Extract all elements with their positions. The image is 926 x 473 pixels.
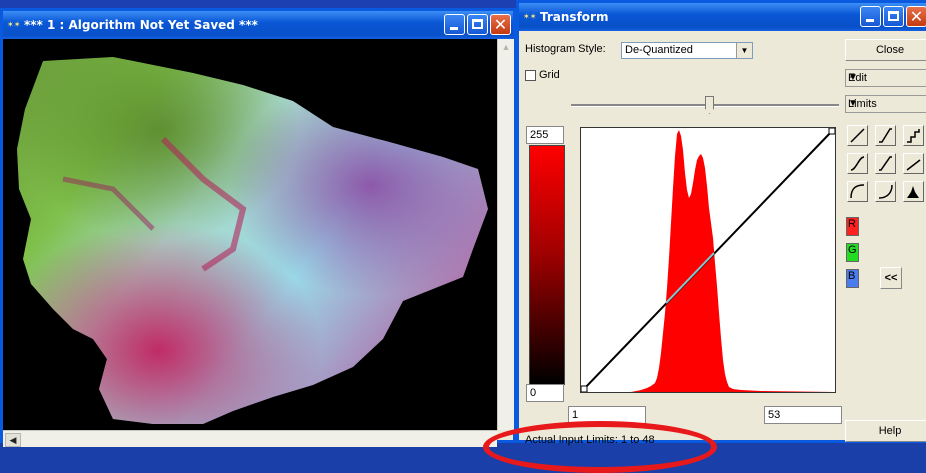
collapse-button[interactable]: <<	[880, 267, 902, 289]
output-max-field[interactable]: 255	[526, 126, 564, 144]
chevron-down-icon: ▼	[848, 98, 858, 109]
diagonal-curve-button[interactable]	[875, 153, 896, 174]
close-button[interactable]: ✕	[906, 6, 926, 27]
minimize-icon	[450, 27, 458, 30]
grid-toggle[interactable]: Grid	[525, 69, 560, 81]
limits-menu[interactable]: Limits ▼	[845, 95, 926, 113]
histogram-style-select[interactable]: De-Quantized ▼	[621, 42, 753, 59]
grid-checkbox[interactable]	[525, 69, 536, 81]
transform-window[interactable]: ✶✶ Transform ✕ Histogram Style: De-Quant…	[483, 0, 926, 473]
output-max-value: 255	[530, 129, 549, 141]
output-color-gradient	[529, 145, 565, 385]
histogram-transform-plot[interactable]	[580, 127, 836, 393]
scroll-left-icon[interactable]: ◀	[5, 433, 21, 447]
input-limits-status: Actual Input Limits: 1 to 48	[525, 434, 655, 446]
channel-g-button[interactable]: G	[846, 243, 859, 262]
close-button[interactable]: ✕	[490, 14, 511, 35]
clip-linear-curve-button[interactable]	[875, 125, 896, 146]
histogram-style-label: Histogram Style:	[525, 43, 606, 55]
edit-menu[interactable]: Edit ▼	[845, 69, 926, 87]
app-icon: ✶✶	[523, 12, 537, 21]
input-max-value: 53	[768, 409, 781, 421]
s-curve-button[interactable]	[847, 153, 868, 174]
channel-b-label: B	[848, 270, 856, 282]
histogram-svg	[581, 128, 835, 392]
minimize-icon	[866, 19, 874, 22]
annotation-circle	[483, 421, 717, 473]
close-dialog-button[interactable]: Close	[845, 39, 926, 61]
collapse-label: <<	[884, 272, 898, 284]
close-icon: ✕	[493, 15, 508, 34]
output-min-value: 0	[530, 387, 537, 399]
histogram-style-value: De-Quantized	[625, 44, 693, 56]
transform-window-titlebar[interactable]: ✶✶ Transform ✕	[519, 3, 926, 31]
inverse-curve-button[interactable]	[903, 153, 924, 174]
step-curve-button[interactable]	[903, 125, 924, 146]
linear-curve-button[interactable]	[847, 125, 868, 146]
output-min-field[interactable]: 0	[526, 384, 564, 402]
maximize-button[interactable]	[467, 14, 488, 35]
channel-g-label: G	[848, 244, 857, 256]
image-window-titlebar[interactable]: ✶✶ *** 1 : Algorithm Not Yet Saved *** ✕	[3, 11, 513, 39]
transform-window-title: Transform	[540, 10, 609, 24]
chevron-down-icon[interactable]: ▼	[736, 43, 752, 58]
channel-r-label: R	[848, 218, 856, 230]
chevron-down-icon: ▼	[848, 72, 858, 83]
input-max-field[interactable]: 53	[764, 406, 842, 424]
maximize-icon	[472, 19, 483, 29]
histogram-slider-thumb[interactable]	[705, 96, 714, 114]
minimize-button[interactable]	[444, 14, 465, 35]
input-min-field[interactable]: 1	[568, 406, 646, 424]
channel-b-button[interactable]: B	[846, 269, 859, 288]
help-label: Help	[878, 425, 902, 437]
log-curve-button[interactable]	[847, 181, 868, 202]
scroll-up-icon[interactable]: ▲	[500, 41, 512, 53]
exp-curve-button[interactable]	[875, 181, 896, 202]
help-button[interactable]: Help	[845, 420, 926, 442]
histogram-equalize-button[interactable]	[903, 181, 924, 202]
image-window[interactable]: ✶✶ *** 1 : Algorithm Not Yet Saved *** ✕	[0, 8, 516, 447]
input-min-value: 1	[572, 409, 579, 421]
horizontal-scrollbar[interactable]: ◀	[3, 430, 497, 447]
transform-handle-low[interactable]	[581, 385, 588, 392]
close-dialog-label: Close	[875, 44, 905, 56]
app-icon: ✶✶	[7, 20, 21, 29]
satellite-image-canvas[interactable]	[3, 39, 497, 430]
maximize-button[interactable]	[883, 6, 904, 27]
vertical-scrollbar[interactable]: ▲	[497, 39, 514, 430]
maximize-icon	[888, 11, 899, 21]
transform-handle-high[interactable]	[828, 128, 835, 135]
channel-r-button[interactable]: R	[846, 217, 859, 236]
satellite-image	[17, 57, 488, 424]
grid-label: Grid	[539, 69, 560, 81]
close-icon: ✕	[909, 7, 924, 26]
transform-panel: Histogram Style: De-Quantized ▼ Grid 255…	[483, 31, 926, 473]
image-window-title: *** 1 : Algorithm Not Yet Saved ***	[24, 18, 258, 32]
minimize-button[interactable]	[860, 6, 881, 27]
